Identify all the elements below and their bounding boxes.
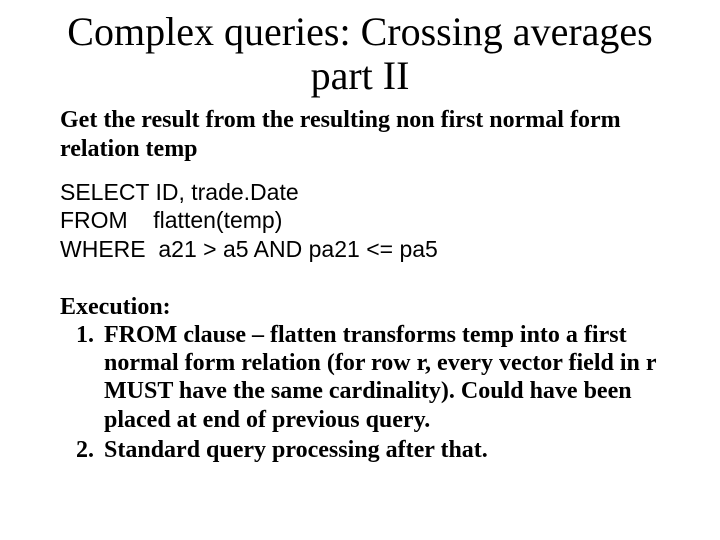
- execution-item-1: FROM clause – flatten transforms temp in…: [100, 321, 660, 436]
- execution-item-2: Standard query processing after that.: [100, 436, 660, 466]
- sql-query-block: SELECT ID, trade.Date FROM flatten(temp)…: [60, 178, 660, 264]
- slide-title: Complex queries: Crossing averages part …: [60, 10, 660, 98]
- execution-list: FROM clause – flatten transforms temp in…: [60, 321, 660, 467]
- sql-line-where: WHERE a21 > a5 AND pa21 <= pa5: [60, 236, 438, 262]
- sql-line-from: FROM flatten(temp): [60, 207, 282, 233]
- sql-line-select: SELECT ID, trade.Date: [60, 179, 299, 205]
- slide: Complex queries: Crossing averages part …: [0, 0, 720, 540]
- intro-text: Get the result from the resulting non fi…: [60, 106, 660, 164]
- execution-heading: Execution:: [60, 294, 660, 321]
